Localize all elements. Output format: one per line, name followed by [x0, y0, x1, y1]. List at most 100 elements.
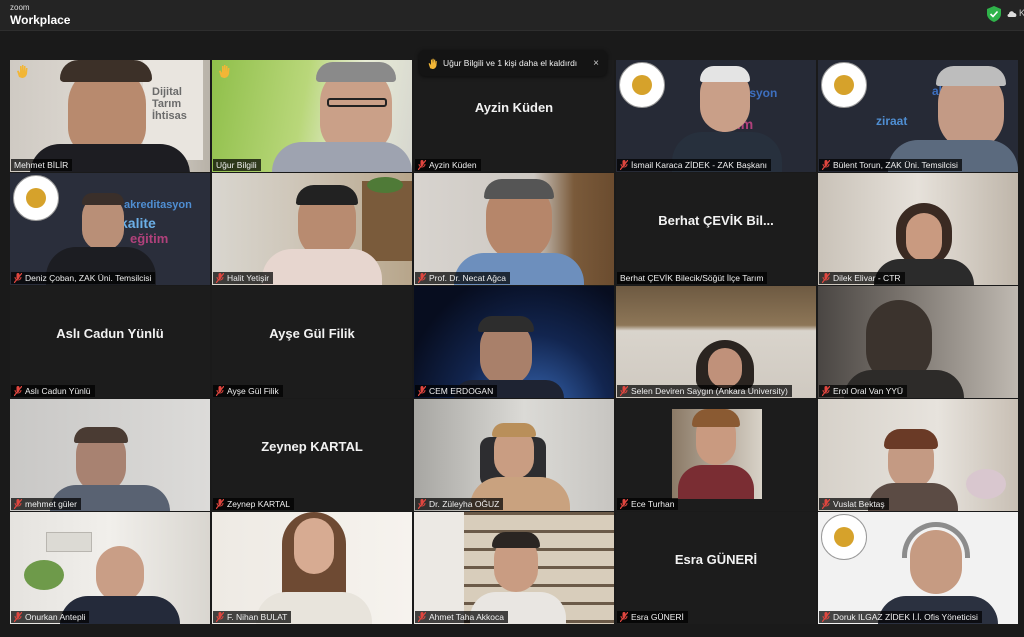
- wordcloud-word: ziraat: [876, 114, 908, 128]
- wordcloud-word: eğitim: [130, 231, 169, 246]
- cloud-icon[interactable]: [1007, 9, 1017, 17]
- participant-name-text: Ayzin Küden: [429, 160, 477, 170]
- participant-name-text: Mehmet BİLİR: [14, 160, 69, 170]
- muted-microphone-icon: [620, 612, 628, 622]
- participant-name: Selen Deviren Saygın (Ankara University): [617, 385, 792, 397]
- muted-microphone-icon: [822, 499, 830, 509]
- muted-microphone-icon: [14, 386, 22, 396]
- video-tile[interactable]: Dijital Tarım İhtisas Mehmet BİLİR: [10, 60, 210, 172]
- participant-name: Ece Turhan: [617, 498, 679, 510]
- video-tile[interactable]: F. Nihan BULAT: [212, 512, 412, 624]
- participant-name-text: Zeynep KARTAL: [227, 499, 290, 509]
- participant-name: Berhat ÇEVİK Bilecik/Söğüt İlçe Tarım: [617, 272, 768, 284]
- close-notification-button[interactable]: ×: [593, 58, 599, 69]
- participant-name-text: Halit Yetişir: [227, 273, 270, 283]
- participant-name: Aslı Cadun Yünlü: [11, 385, 95, 397]
- book-line: İhtisas: [152, 110, 187, 122]
- muted-microphone-icon: [216, 612, 224, 622]
- video-tile[interactable]: Halit Yetişir: [212, 173, 412, 285]
- muted-microphone-icon: [418, 386, 426, 396]
- organization-logo: [619, 62, 665, 108]
- video-tile[interactable]: Onurkan Antepli: [10, 512, 210, 624]
- video-tile[interactable]: Zeynep KARTAL Zeynep KARTAL: [212, 399, 412, 511]
- video-tile[interactable]: CEM ERDOGAN: [414, 286, 614, 398]
- participant-name: Mehmet BİLİR: [11, 159, 73, 171]
- wordcloud-word: akreditasyon: [124, 199, 192, 211]
- participant-name-text: Berhat ÇEVİK Bilecik/Söğüt İlçe Tarım: [620, 273, 764, 283]
- video-tile[interactable]: mehmet güler: [10, 399, 210, 511]
- participant-center-name: Aslı Cadun Yünlü: [56, 325, 164, 341]
- video-tile[interactable]: Prof. Dr. Necat Ağca: [414, 173, 614, 285]
- muted-microphone-icon: [418, 273, 426, 283]
- participant-name: Ayzin Küden: [415, 159, 481, 171]
- raised-hands-notification[interactable]: Uğur Bilgili ve 1 kişi daha el kaldırdı …: [419, 50, 607, 76]
- participant-name-text: Deniz Çoban, ZAK Üni. Temsilcisi: [25, 273, 152, 283]
- raised-hand-icon: [17, 65, 28, 78]
- video-tile[interactable]: ditasyon eğitim İsmail Karaca ZİDEK - ZA…: [616, 60, 816, 172]
- participant-name: mehmet güler: [11, 498, 81, 510]
- muted-microphone-icon: [822, 612, 830, 622]
- participant-name-text: Vuslat Bektaş: [833, 499, 885, 509]
- participant-name: Esra GÜNERİ: [617, 611, 688, 623]
- video-tile[interactable]: Uğur Bilgili: [212, 60, 412, 172]
- muted-microphone-icon: [620, 386, 628, 396]
- participant-name-text: Bülent Torun, ZAK Üni. Temsilcisi: [833, 160, 958, 170]
- video-tile[interactable]: Vuslat Bektaş: [818, 399, 1018, 511]
- participant-name-text: Ayşe Gül Filik: [227, 386, 279, 396]
- participant-name-text: mehmet güler: [25, 499, 77, 509]
- muted-microphone-icon: [216, 499, 224, 509]
- video-tile[interactable]: Ece Turhan: [616, 399, 816, 511]
- participant-name: Vuslat Bektaş: [819, 498, 889, 510]
- participant-name: Deniz Çoban, ZAK Üni. Temsilcisi: [11, 272, 156, 284]
- gallery-view: Dijital Tarım İhtisas Mehmet BİLİR Uğur …: [10, 60, 1018, 624]
- participant-name: Halit Yetişir: [213, 272, 274, 284]
- participant-name-text: Esra GÜNERİ: [631, 612, 684, 622]
- book-line: Tarım: [152, 98, 182, 110]
- participant-name-text: Dilek Elivar - CTR: [833, 273, 901, 283]
- participant-name-text: Onurkan Antepli: [25, 612, 86, 622]
- participant-center-name: Ayşe Gül Filik: [269, 325, 355, 341]
- video-tile[interactable]: Aslı Cadun Yünlü Aslı Cadun Yünlü: [10, 286, 210, 398]
- muted-microphone-icon: [14, 612, 22, 622]
- participant-name-text: Ece Turhan: [631, 499, 675, 509]
- video-tile[interactable]: Doruk ILGAZ ZİDEK İ.İ. Ofis Yöneticisi: [818, 512, 1018, 624]
- participant-name-text: Uğur Bilgili: [216, 160, 257, 170]
- title-bar: zoom Workplace K: [0, 0, 1024, 31]
- video-tile[interactable]: Esra GÜNERİ Esra GÜNERİ: [616, 512, 816, 624]
- book-cover-text: Dijital Tarım İhtisas: [152, 86, 187, 122]
- video-tile[interactable]: Berhat ÇEVİK Bil... Berhat ÇEVİK Bilecik…: [616, 173, 816, 285]
- organization-logo: [13, 175, 59, 221]
- video-tile[interactable]: Erol Oral Van YYÜ: [818, 286, 1018, 398]
- video-tile[interactable]: Ahmet Taha Akkoca: [414, 512, 614, 624]
- video-tile[interactable]: Ayşe Gül Filik Ayşe Gül Filik: [212, 286, 412, 398]
- video-tile[interactable]: ziraat ak Bülent Torun, ZAK Üni. Temsilc…: [818, 60, 1018, 172]
- muted-microphone-icon: [418, 612, 426, 622]
- brand-small-text: zoom: [10, 3, 30, 12]
- participant-name-text: Selen Deviren Saygın (Ankara University): [631, 386, 788, 396]
- participant-name: Doruk ILGAZ ZİDEK İ.İ. Ofis Yöneticisi: [819, 611, 982, 623]
- participant-name: İsmail Karaca ZİDEK - ZAK Başkanı: [617, 159, 772, 171]
- participant-center-name: Esra GÜNERİ: [674, 551, 758, 567]
- participant-name: Uğur Bilgili: [213, 159, 261, 171]
- video-tile[interactable]: Selen Deviren Saygın (Ankara University): [616, 286, 816, 398]
- participant-name: Onurkan Antepli: [11, 611, 90, 623]
- participant-name-text: Dr. Züleyha OĞUZ: [429, 499, 500, 509]
- participant-name-text: F. Nihan BULAT: [227, 612, 288, 622]
- muted-microphone-icon: [216, 386, 224, 396]
- participant-name: Ayşe Gül Filik: [213, 385, 283, 397]
- participant-name-text: Aslı Cadun Yünlü: [25, 386, 91, 396]
- participant-name-text: Doruk ILGAZ ZİDEK İ.İ. Ofis Yöneticisi: [833, 612, 978, 622]
- participant-name-text: Ahmet Taha Akkoca: [429, 612, 504, 622]
- video-tile[interactable]: akreditasyon kalite eğitim Deniz Çoban, …: [10, 173, 210, 285]
- muted-microphone-icon: [822, 386, 830, 396]
- security-shield-icon[interactable]: [987, 6, 1001, 22]
- book-line: Dijital: [152, 86, 182, 98]
- raised-hand-icon: [428, 58, 437, 69]
- app-logo: zoom Workplace: [10, 3, 70, 26]
- video-tile[interactable]: Dilek Elivar - CTR: [818, 173, 1018, 285]
- participant-center-name: Zeynep KARTAL: [261, 438, 363, 454]
- video-tile[interactable]: Dr. Züleyha OĞUZ: [414, 399, 614, 511]
- participant-name-text: Erol Oral Van YYÜ: [833, 386, 904, 396]
- video-tile[interactable]: Ayzin Küden Ayzin Küden: [414, 60, 614, 172]
- participant-name: Dr. Züleyha OĞUZ: [415, 498, 504, 510]
